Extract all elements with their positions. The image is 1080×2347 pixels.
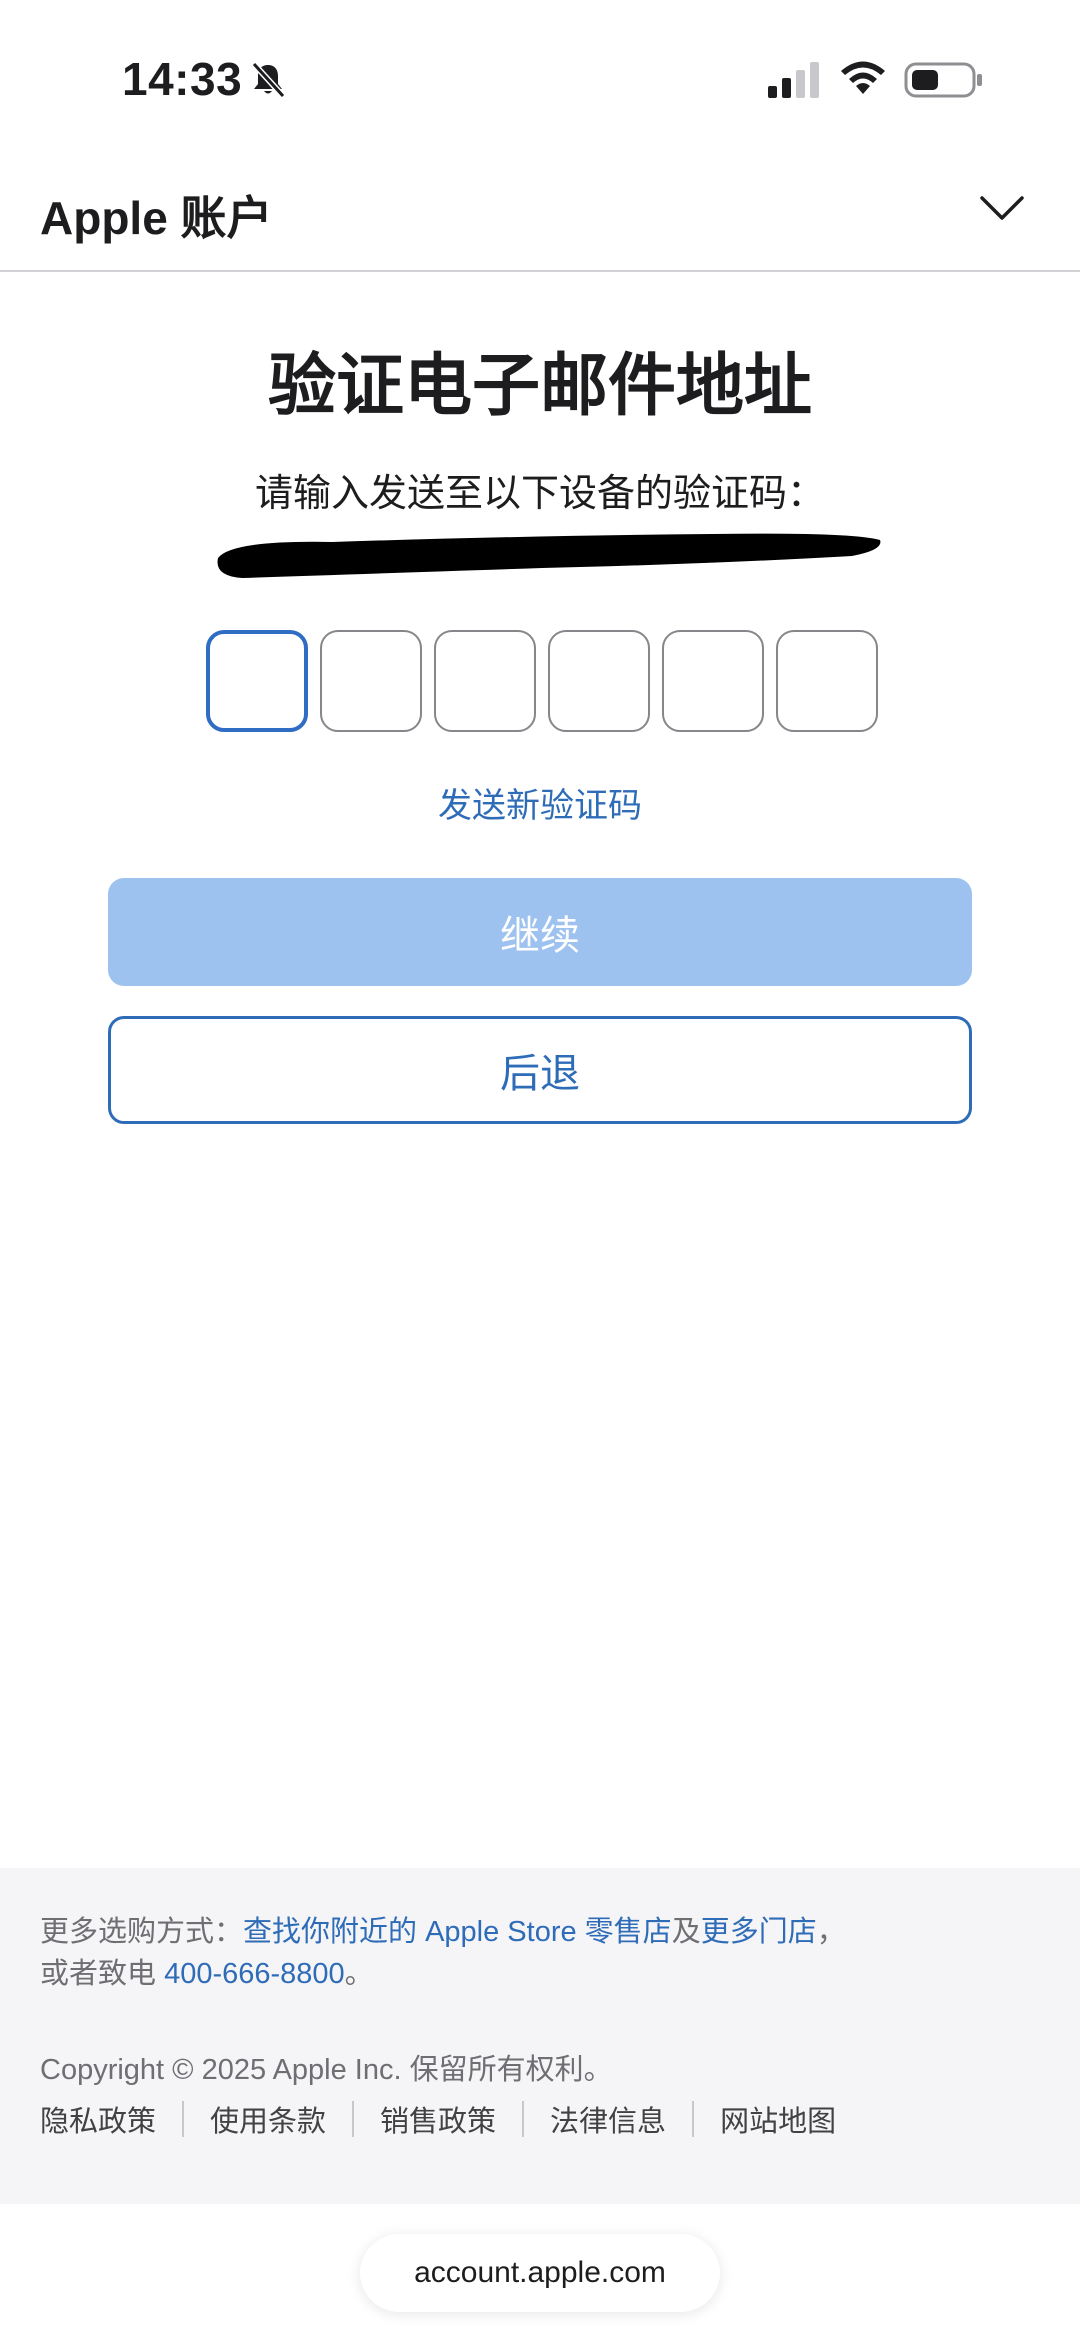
code-digit-3[interactable] (434, 630, 536, 732)
privacy-policy-link[interactable]: 隐私政策 (40, 2098, 156, 2140)
call-line: 或者致电 400-666-8800。 (40, 1950, 374, 1992)
phone-link[interactable]: 400-666-8800 (164, 1958, 345, 1990)
resend-code-link[interactable]: 发送新验证码 (0, 778, 1080, 827)
divider (522, 2101, 525, 2137)
browser-url-bar[interactable]: account.apple.com (360, 2234, 720, 2312)
shop-prefix: 更多选购方式： (40, 1916, 244, 1948)
app-title: Apple 账户 (40, 192, 273, 244)
site-map-link[interactable]: 网站地图 (720, 2098, 836, 2140)
code-digit-4[interactable] (548, 630, 650, 732)
shop-options-line: 更多选购方式：查找你附近的 Apple Store 零售店及更多门店， (40, 1908, 846, 1950)
bell-muted-icon (251, 61, 286, 99)
legal-info-link[interactable]: 法律信息 (550, 2098, 666, 2140)
continue-button[interactable]: 继续 (108, 878, 972, 986)
code-digit-1[interactable] (206, 630, 308, 732)
divider (352, 2101, 355, 2137)
terms-of-use-link[interactable]: 使用条款 (210, 2098, 326, 2140)
code-digit-6[interactable] (776, 630, 878, 732)
footer-links: 隐私政策 使用条款 销售政策 法律信息 网站地图 (40, 2098, 836, 2140)
comma-text: ， (816, 1916, 846, 1948)
sales-policy-link[interactable]: 销售政策 (380, 2098, 496, 2140)
back-button[interactable]: 后退 (108, 1016, 972, 1124)
battery-icon (904, 62, 982, 98)
page-title: 验证电子邮件地址 (267, 348, 812, 424)
status-bar: 14:33 (0, 0, 1080, 150)
more-stores-link[interactable]: 更多门店 (701, 1916, 817, 1948)
divider (692, 2101, 695, 2137)
copyright: Copyright © 2025 Apple Inc. 保留所有权利。 (40, 2054, 613, 2086)
page: 14:33 Apple 账户 验证电子邮件地址 请输入发送至以下设备的验证码： … (0, 0, 1080, 2347)
code-digit-2[interactable] (320, 630, 422, 732)
status-time: 14:33 (122, 53, 243, 105)
chevron-down-icon[interactable] (978, 190, 1026, 226)
redacted-recipient (217, 533, 881, 578)
app-header: Apple 账户 (0, 150, 1080, 272)
divider (182, 2101, 185, 2137)
code-digit-5[interactable] (662, 630, 764, 732)
verification-code-inputs (206, 630, 878, 734)
and-text: 及 (671, 1916, 701, 1948)
footer: 更多选购方式：查找你附近的 Apple Store 零售店及更多门店， 或者致电… (0, 1868, 1080, 2204)
cellular-signal-icon (768, 62, 819, 98)
period-text: 。 (344, 1958, 374, 1990)
call-prefix: 或者致电 (40, 1958, 165, 1990)
wifi-icon (841, 61, 885, 94)
instruction-text: 请输入发送至以下设备的验证码： (254, 473, 825, 515)
find-store-link[interactable]: 查找你附近的 Apple Store 零售店 (243, 1916, 672, 1948)
